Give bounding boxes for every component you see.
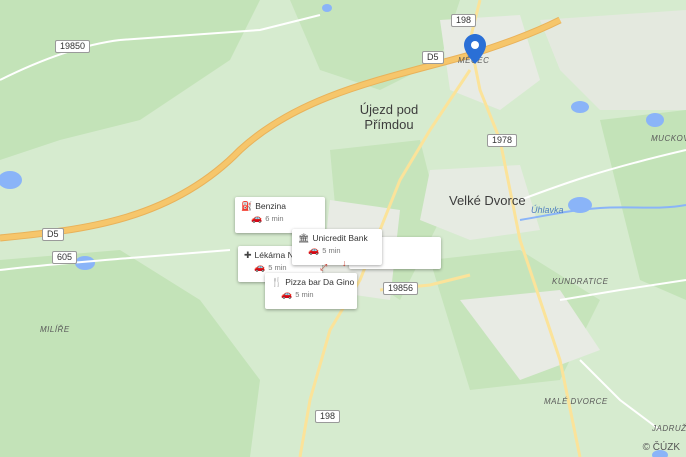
location-pin-icon[interactable] xyxy=(464,34,486,69)
poi-card[interactable]: 🍴 Pizza bar Da Gino 🚗 5 min xyxy=(265,273,357,309)
poi-title: Benzina xyxy=(255,201,286,211)
poi-card[interactable]: 🏛 Unicredit Bank 🚗 5 min xyxy=(292,229,382,265)
poi-title: Pizza bar Da Gino xyxy=(285,277,355,287)
poi-card[interactable]: ⛽ Benzina 🚗 6 min xyxy=(235,197,325,233)
place-label: MILÍŘE xyxy=(40,325,70,334)
place-label: MALÉ DVORCE xyxy=(544,397,608,406)
poi-time: 6 min xyxy=(265,214,284,223)
poi-title: Lékárna N xyxy=(254,250,294,260)
copyright-text: © ČÚZK xyxy=(642,442,680,453)
road-shield: D5 xyxy=(422,51,444,64)
car-icon: 🚗 xyxy=(281,289,293,299)
car-icon: 🚗 xyxy=(308,245,320,255)
river-label: Úhlavka xyxy=(531,205,564,215)
car-icon: 🚗 xyxy=(251,213,263,223)
poi-time: 5 min xyxy=(322,246,341,255)
marker-icon[interactable]: ↓ xyxy=(342,258,347,268)
poi-time: 5 min xyxy=(295,290,314,299)
map-canvas[interactable]: 198 19850 D5 1978 D5 605 19856 198 MĚČEC… xyxy=(0,0,686,457)
road-shield: 19850 xyxy=(55,40,91,53)
fuel-icon: ⛽ xyxy=(241,200,253,211)
poi-time: 5 min xyxy=(268,263,287,272)
road-shield: 19856 xyxy=(383,282,419,295)
cutlery-icon: 🍴 xyxy=(271,276,283,287)
pharmacy-icon: ✚ xyxy=(244,249,252,260)
road-shield: 1978 xyxy=(487,134,518,147)
road-shield: 605 xyxy=(52,251,78,264)
road-shield: 198 xyxy=(451,14,477,27)
place-label: Velké Dvorce xyxy=(449,193,526,208)
poi-title: Unicredit Bank xyxy=(312,233,368,243)
bank-icon: 🏛 xyxy=(298,232,310,243)
road-shield: D5 xyxy=(42,228,64,241)
place-label: Újezd pod Přímdou xyxy=(359,102,419,132)
place-label: JADRUŽ xyxy=(652,424,686,433)
place-label: MUCKOV xyxy=(651,134,686,143)
car-icon: 🚗 xyxy=(254,262,266,272)
place-label: KUNDRATICE xyxy=(552,277,609,286)
marker-icon[interactable]: ⤢ xyxy=(320,262,327,273)
road-shield: 198 xyxy=(315,410,341,423)
